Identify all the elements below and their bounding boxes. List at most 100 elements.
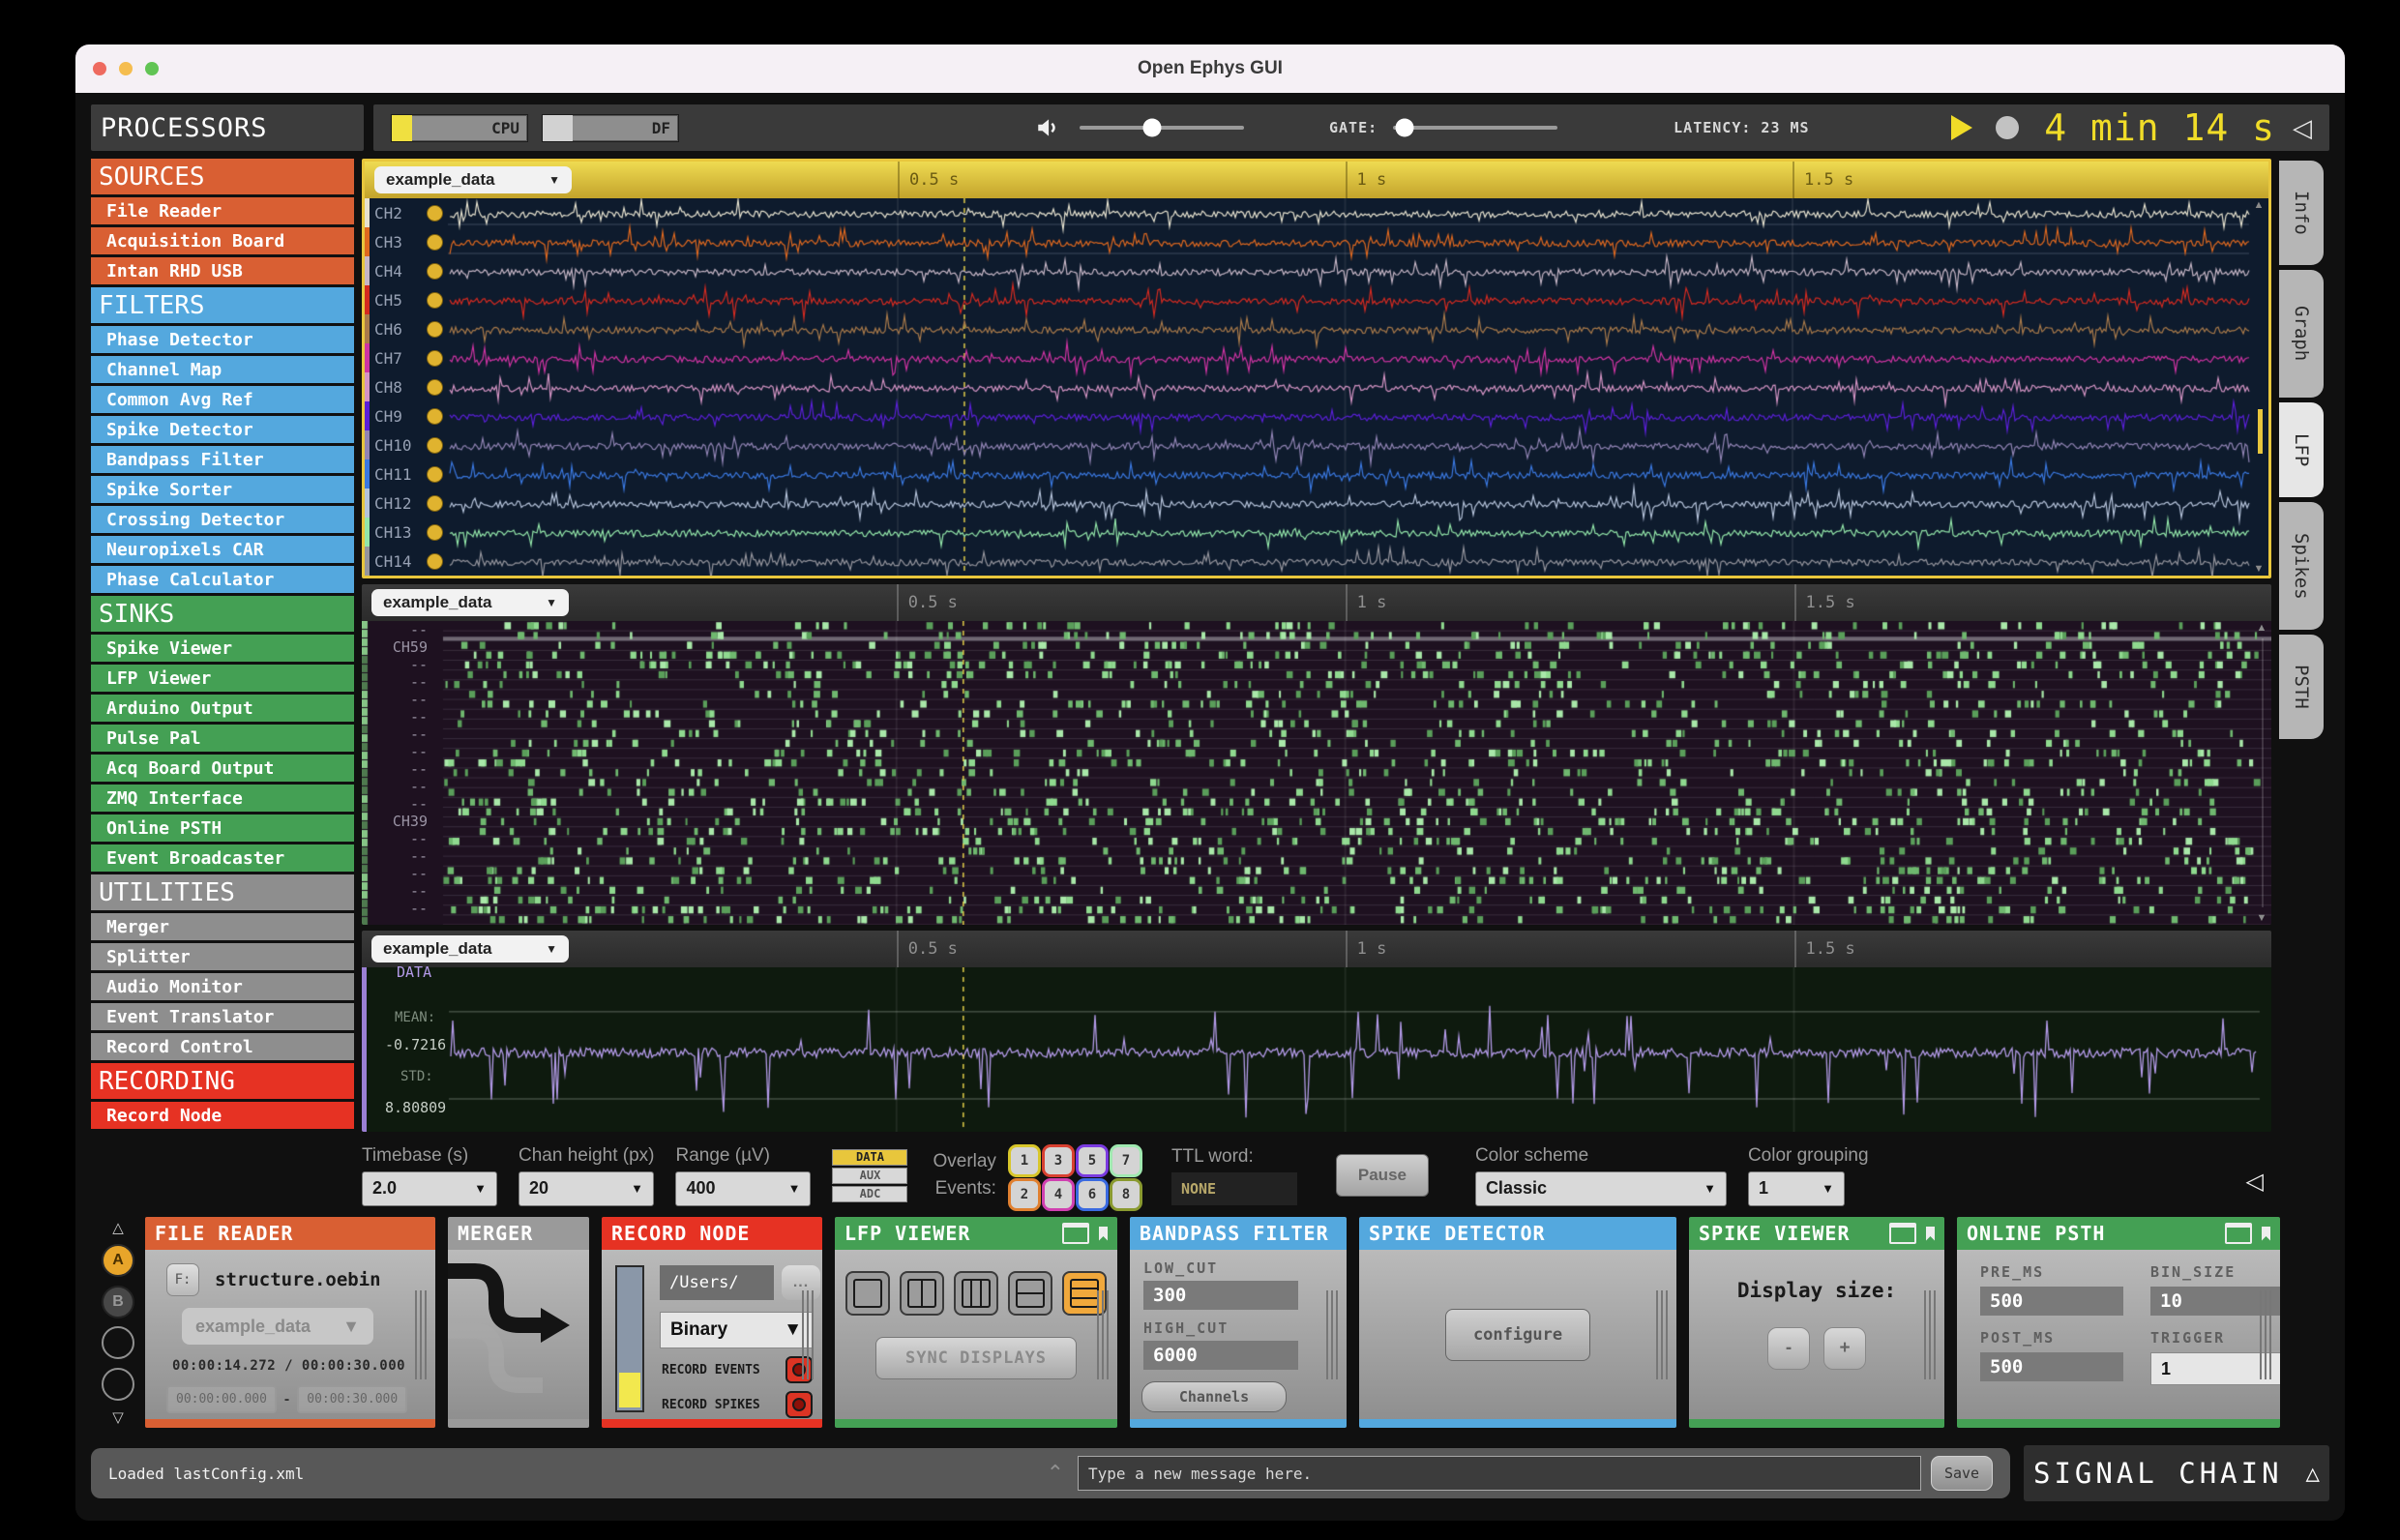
gate-slider-knob[interactable] [1395,118,1414,137]
record-format-dropdown[interactable]: Binary ▼ [660,1312,813,1348]
rail-up-icon[interactable]: △ [112,1219,124,1236]
audio-monitor-dot[interactable] [427,320,443,338]
message-input[interactable] [1078,1456,1921,1491]
event-overlay-button-8[interactable]: 8 [1109,1177,1142,1211]
channels-button[interactable]: Channels [1141,1381,1287,1412]
file-select-button[interactable]: F: [166,1263,199,1296]
sidebar-item-file-reader[interactable]: File Reader [91,197,354,224]
spike-raster-canvas[interactable] [362,621,2271,925]
event-overlay-button-7[interactable]: 7 [1109,1143,1142,1177]
color-grouping-dropdown[interactable]: 1 ▼ [1747,1170,1845,1206]
chevron-up-icon[interactable]: ⌃ [1047,1461,1064,1486]
channel-row-ch11[interactable]: CH11 [365,459,2268,489]
audio-monitor-dot[interactable] [427,494,443,512]
node-record-node[interactable]: RECORD NODE /Users/ ... Binary ▼ RECORD E… [602,1217,822,1428]
sidebar-item-phase-detector[interactable]: Phase Detector [91,326,354,353]
channel-row-ch3[interactable]: CH3 [365,227,2268,256]
sidebar-item-spike-sorter[interactable]: Spike Sorter [91,476,354,503]
open-window-icon[interactable] [2225,1223,2252,1244]
speaker-icon[interactable] [1035,115,1060,140]
high-cut-field[interactable]: 6000 [1143,1341,1298,1370]
controls-collapse-icon[interactable]: ◁ [2246,1168,2264,1196]
stream-selector-dropdown[interactable]: example_data ▼ [371,589,569,616]
record-path-field[interactable]: /Users/ [660,1265,774,1300]
node-header[interactable]: BANDPASS FILTER [1130,1217,1347,1250]
stream-type-data-button[interactable]: DATA [832,1148,908,1166]
browse-button[interactable]: ... [782,1265,820,1300]
audio-monitor-dot[interactable] [427,436,443,454]
channel-row-ch8[interactable]: CH8 [365,372,2268,401]
tab-lfp[interactable]: LFP [2279,402,2324,497]
event-overlay-button-1[interactable]: 1 [1007,1143,1041,1177]
node-online-psth[interactable]: ONLINE PSTH PRE_MS BIN_SIZE 500 10 POST_… [1957,1217,2280,1428]
rail-down-icon[interactable]: ▽ [112,1408,124,1426]
open-window-icon[interactable] [1062,1223,1089,1244]
node-file-reader[interactable]: FILE READER F: structure.oebin example_d… [145,1217,435,1428]
audio-monitor-dot[interactable] [427,233,443,251]
node-bandpass-filter[interactable]: BANDPASS FILTER LOW_CUT 300 HIGH_CUT 600… [1130,1217,1347,1428]
drag-handle[interactable] [1656,1289,1669,1379]
node-spike-viewer[interactable]: SPIKE VIEWER Display size: - + [1689,1217,1944,1428]
node-header[interactable]: SPIKE DETECTOR [1359,1217,1676,1250]
layout-three-col-button[interactable] [954,1271,998,1316]
channel-row-ch4[interactable]: CH4 [365,256,2268,285]
stream-type-aux-button[interactable]: AUX [832,1167,908,1184]
tab-spikes[interactable]: Spikes [2279,502,2324,630]
post-ms-field[interactable]: 500 [1980,1352,2123,1381]
layout-single-button[interactable] [845,1271,890,1316]
node-lfp-viewer[interactable]: LFP VIEWER SYNC DISPLAYS [835,1217,1117,1428]
audio-monitor-dot[interactable] [427,465,443,483]
sidebar-item-phase-calculator[interactable]: Phase Calculator [91,566,354,593]
open-tab-icon[interactable] [1926,1226,1935,1241]
sidebar-item-lfp-viewer[interactable]: LFP Viewer [91,665,354,692]
sidebar-item-acq-board-output[interactable]: Acq Board Output [91,755,354,782]
layout-two-row-button[interactable] [1008,1271,1052,1316]
channel-row-ch2[interactable]: CH2 [365,198,2268,227]
sidebar-item-channel-map[interactable]: Channel Map [91,356,354,383]
raster-scrollbar[interactable]: ▲ ▼ [2254,621,2269,925]
sidebar-item-zmq-interface[interactable]: ZMQ Interface [91,785,354,812]
sidebar-item-crossing-detector[interactable]: Crossing Detector [91,506,354,533]
open-window-icon[interactable] [1889,1223,1916,1244]
channel-row-ch14[interactable]: CH14 [365,547,2268,576]
event-overlay-button-5[interactable]: 5 [1075,1143,1109,1177]
channel-row-ch10[interactable]: CH10 [365,430,2268,459]
channel-row-ch7[interactable]: CH7 [365,343,2268,372]
node-merger[interactable]: MERGER [448,1217,589,1428]
volume-slider[interactable] [1080,118,1244,137]
sidebar-item-event-translator[interactable]: Event Translator [91,1003,354,1030]
tab-info[interactable]: Info [2279,161,2324,265]
pre-ms-field[interactable]: 500 [1980,1287,2123,1316]
event-overlay-button-2[interactable]: 2 [1007,1177,1041,1211]
record-button[interactable] [1996,116,2020,139]
sidebar-item-pulse-pal[interactable]: Pulse Pal [91,725,354,752]
audio-monitor-dot[interactable] [427,378,443,396]
end-time-field[interactable]: 00:00:30.000 [297,1385,408,1413]
rail-slot-a[interactable]: A [102,1244,134,1278]
tab-graph[interactable]: Graph [2279,270,2324,398]
stream-selector-dropdown[interactable]: example_data ▼ [374,166,572,193]
rail-slot-empty[interactable] [102,1367,134,1401]
sidebar-item-online-psth[interactable]: Online PSTH [91,814,354,842]
node-header[interactable]: SPIKE VIEWER [1689,1217,1944,1250]
channel-row-ch9[interactable]: CH9 [365,401,2268,430]
save-message-button[interactable]: Save [1931,1456,1993,1491]
rail-slot-b[interactable]: B [102,1285,134,1318]
stream-selector-dropdown[interactable]: example_data ▼ [371,935,569,962]
toolbar-collapse-icon[interactable]: ◁ [2293,113,2312,143]
sidebar-item-record-control[interactable]: Record Control [91,1033,354,1060]
sidebar-item-acquisition-board[interactable]: Acquisition Board [91,227,354,254]
drag-handle[interactable] [2260,1289,2272,1379]
chan-height-dropdown[interactable]: 20 ▼ [519,1170,654,1206]
pause-button[interactable]: Pause [1335,1154,1429,1197]
configure-button[interactable]: configure [1445,1308,1590,1361]
sidebar-item-spike-viewer[interactable]: Spike Viewer [91,635,354,662]
sidebar-item-intan-rhd-usb[interactable]: Intan RHD USB [91,257,354,284]
audio-monitor-dot[interactable] [427,204,443,222]
sidebar-item-neuropixels-car[interactable]: Neuropixels CAR [91,536,354,563]
audio-monitor-dot[interactable] [427,523,443,541]
range-dropdown[interactable]: 400 ▼ [675,1170,812,1206]
sidebar-item-event-broadcaster[interactable]: Event Broadcaster [91,844,354,872]
sidebar-item-record-node[interactable]: Record Node [91,1102,354,1129]
layout-two-col-button[interactable] [900,1271,944,1316]
